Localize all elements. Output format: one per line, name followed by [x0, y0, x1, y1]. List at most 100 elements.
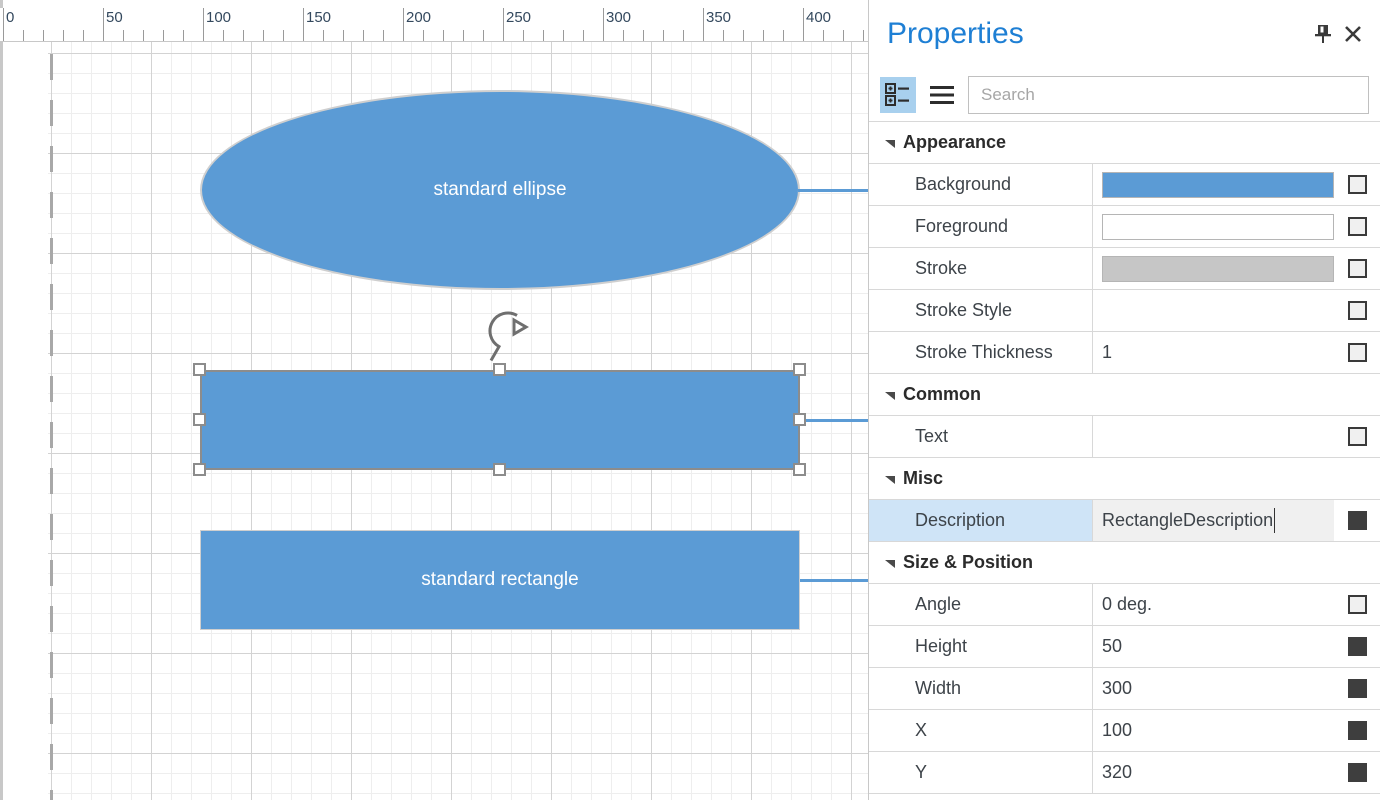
rotate-handle[interactable] [484, 307, 532, 365]
close-button[interactable] [1338, 19, 1368, 49]
property-marker-cell[interactable] [1334, 752, 1380, 793]
vertical-guide-line [50, 42, 53, 800]
property-marker-cell[interactable] [1334, 416, 1380, 457]
categorized-view-icon [885, 82, 909, 106]
resize-handle-top-center[interactable] [493, 363, 506, 376]
resize-handle-bottom-center[interactable] [493, 463, 506, 476]
collapse-triangle-icon [882, 387, 898, 403]
property-value[interactable]: RectangleDescription [1093, 500, 1334, 541]
color-swatch[interactable] [1102, 213, 1334, 240]
property-marker-cell[interactable] [1334, 248, 1380, 289]
connector-line-selected-rect[interactable] [800, 419, 868, 422]
property-value[interactable]: 50 [1093, 626, 1334, 667]
connector-line-ellipse[interactable] [798, 189, 868, 192]
ruler-major-tick [103, 8, 104, 41]
ruler-label: 50 [106, 9, 123, 26]
ruler-minor-tick [323, 30, 324, 41]
property-name: Background [869, 164, 1093, 205]
property-marker-cell[interactable] [1334, 710, 1380, 751]
property-value[interactable]: 320 [1093, 752, 1334, 793]
resize-handle-top-right[interactable] [793, 363, 806, 376]
diagram-designer-surface[interactable]: 0 50 100 150 200 250 300 350 400 standard ellips… [0, 0, 868, 800]
ruler-minor-tick [183, 30, 184, 41]
property-marker-cell[interactable] [1334, 668, 1380, 709]
property-category-header[interactable]: Size & Position [869, 542, 1380, 584]
property-category-header[interactable]: Appearance [869, 122, 1380, 164]
property-row[interactable]: Foreground [869, 206, 1380, 248]
property-value[interactable]: 100 [1093, 710, 1334, 751]
property-marker-cell[interactable] [1334, 584, 1380, 625]
resize-handle-bottom-left[interactable] [193, 463, 206, 476]
ruler-minor-tick [363, 30, 364, 41]
property-marker-cell[interactable] [1334, 332, 1380, 373]
property-value-text: RectangleDescription [1102, 510, 1274, 530]
search-field[interactable] [968, 75, 1369, 114]
property-value-text: 50 [1102, 636, 1123, 656]
ruler-major-tick [603, 8, 604, 41]
property-value[interactable] [1093, 164, 1334, 205]
resize-handle-bottom-right[interactable] [793, 463, 806, 476]
ruler-minor-tick [483, 30, 484, 41]
resize-handle-middle-left[interactable] [193, 413, 206, 426]
pin-icon [1315, 25, 1331, 43]
ruler-minor-tick [623, 30, 624, 41]
property-row[interactable]: Description RectangleDescription [869, 500, 1380, 542]
canvas[interactable]: standard ellipse standard rectangle [48, 42, 868, 800]
property-row[interactable]: Y 320 [869, 752, 1380, 794]
resize-handle-middle-right[interactable] [793, 413, 806, 426]
shape-selected-rectangle[interactable] [200, 370, 800, 470]
property-category-header[interactable]: Misc [869, 458, 1380, 500]
search-input[interactable] [979, 83, 1358, 106]
pin-button[interactable] [1308, 19, 1338, 49]
property-category-label: Size & Position [903, 552, 1034, 572]
property-marker-cell[interactable] [1334, 626, 1380, 667]
alphabetical-view-button[interactable] [924, 77, 960, 113]
value-default-marker-icon [1347, 175, 1367, 194]
ruler-major-tick [803, 8, 804, 41]
property-value[interactable] [1093, 248, 1334, 289]
categorized-view-button[interactable] [880, 76, 916, 113]
value-set-marker-icon [1347, 637, 1367, 656]
property-row[interactable]: Stroke Thickness 1 [869, 332, 1380, 374]
property-value[interactable] [1093, 416, 1334, 457]
property-value[interactable] [1093, 290, 1334, 331]
property-marker-cell[interactable] [1334, 206, 1380, 247]
property-name: Width [869, 668, 1093, 709]
property-row[interactable]: Width 300 [869, 668, 1380, 710]
ruler-minor-tick [43, 30, 44, 41]
color-swatch[interactable] [1102, 171, 1334, 198]
alphabetical-view-icon [930, 85, 954, 104]
connector-line-rectangle[interactable] [800, 579, 868, 582]
ruler-minor-tick [563, 30, 564, 41]
property-row[interactable]: Background [869, 164, 1380, 206]
property-row[interactable]: Height 50 [869, 626, 1380, 668]
property-marker-cell[interactable] [1334, 164, 1380, 205]
property-marker-cell[interactable] [1334, 500, 1380, 541]
resize-handle-top-left[interactable] [193, 363, 206, 376]
property-value-text: 320 [1102, 762, 1133, 782]
collapse-triangle-icon [882, 555, 898, 571]
ruler-minor-tick [523, 30, 524, 41]
ruler-label: 0 [6, 9, 15, 26]
property-value[interactable]: 1 [1093, 332, 1334, 373]
ruler-major-tick [503, 8, 504, 41]
ruler-label: 100 [206, 9, 232, 26]
color-swatch[interactable] [1102, 255, 1334, 282]
property-row[interactable]: Text [869, 416, 1380, 458]
left-gutter [0, 42, 48, 800]
shape-standard-ellipse[interactable]: standard ellipse [200, 90, 800, 290]
property-value[interactable]: 0 deg. [1093, 584, 1334, 625]
shape-standard-rectangle[interactable]: standard rectangle [200, 530, 800, 630]
property-row[interactable]: Stroke [869, 248, 1380, 290]
property-row[interactable]: Stroke Style [869, 290, 1380, 332]
property-category-header[interactable]: Common [869, 374, 1380, 416]
property-name: Height [869, 626, 1093, 667]
ruler-major-tick [203, 8, 204, 41]
property-value[interactable] [1093, 206, 1334, 247]
property-row[interactable]: Angle 0 deg. [869, 584, 1380, 626]
property-value-text: 1 [1102, 342, 1113, 362]
property-marker-cell[interactable] [1334, 290, 1380, 331]
property-value[interactable]: 300 [1093, 668, 1334, 709]
property-row[interactable]: X 100 [869, 710, 1380, 752]
value-set-marker-icon [1347, 679, 1367, 698]
